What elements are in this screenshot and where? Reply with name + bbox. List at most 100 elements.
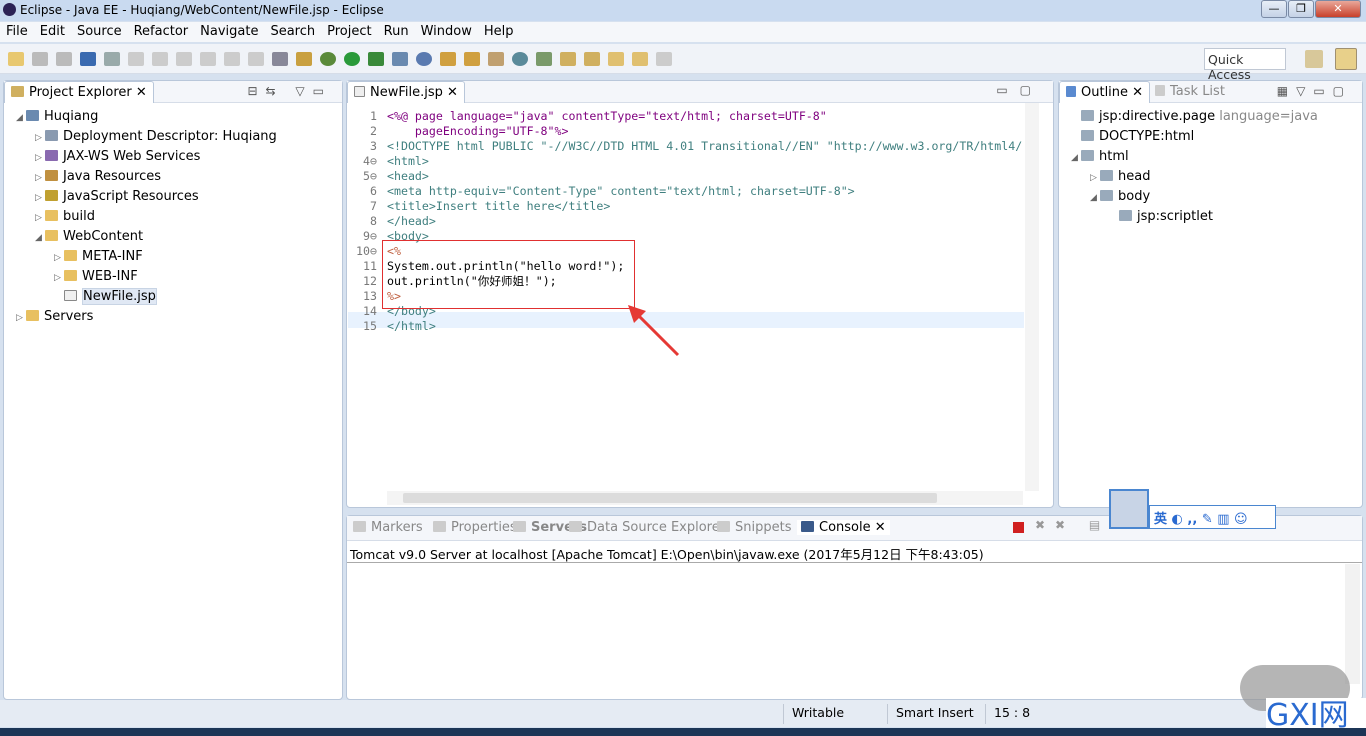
- external-tools-icon[interactable]: [368, 52, 384, 66]
- tab-data-source-explorer[interactable]: Data Source Explorer: [569, 520, 725, 535]
- menu-search[interactable]: Search: [264, 22, 321, 41]
- menu-edit[interactable]: Edit: [34, 22, 71, 41]
- tab-properties[interactable]: Properties: [433, 520, 517, 535]
- tab-snippets[interactable]: Snippets: [717, 520, 791, 535]
- skip-breakpoints-icon[interactable]: [104, 52, 120, 66]
- menu-window[interactable]: Window: [415, 22, 478, 41]
- back-icon[interactable]: [632, 52, 648, 66]
- open-perspective-icon[interactable]: [1305, 50, 1323, 68]
- tree-item[interactable]: ◢ html: [1059, 147, 1362, 167]
- code-line[interactable]: <html>: [387, 154, 1022, 169]
- expand-toggle[interactable]: ▷: [35, 128, 45, 148]
- open-type-icon[interactable]: [440, 52, 456, 66]
- terminate-icon[interactable]: [176, 52, 192, 66]
- code-line[interactable]: </html>: [387, 319, 1022, 334]
- qq-avatar[interactable]: [1109, 489, 1149, 529]
- expand-toggle[interactable]: ▷: [1090, 168, 1100, 188]
- code-line[interactable]: <%@ page language="java" contentType="te…: [387, 109, 1022, 124]
- drop-frame-icon[interactable]: [272, 52, 288, 66]
- code-line[interactable]: </head>: [387, 214, 1022, 229]
- tree-item[interactable]: ▷ Java Resources: [4, 167, 342, 187]
- expand-toggle[interactable]: ▷: [54, 268, 64, 288]
- code-line[interactable]: <title>Insert title here</title>: [387, 199, 1022, 214]
- vertical-scrollbar[interactable]: [1025, 103, 1039, 491]
- tree-item[interactable]: ◢ body: [1059, 187, 1362, 207]
- step-icon[interactable]: [200, 52, 216, 66]
- build-icon[interactable]: [296, 52, 312, 66]
- menu-file[interactable]: File: [0, 22, 34, 41]
- menu-navigate[interactable]: Navigate: [194, 22, 264, 41]
- ime-toolbar[interactable]: 英 ◐ ,, ✎ ▥ ☺: [1149, 505, 1276, 529]
- menu-source[interactable]: Source: [71, 22, 128, 41]
- code-line[interactable]: <meta http-equiv="Content-Type" content=…: [387, 184, 1022, 199]
- tree-item[interactable]: ▷ Servers: [4, 307, 342, 327]
- tree-item[interactable]: ▷ META-INF: [4, 247, 342, 267]
- outline-controls[interactable]: ▦▽▭▢: [1277, 84, 1352, 98]
- tree-item[interactable]: ▷ JAX-WS Web Services: [4, 147, 342, 167]
- scroll-thumb[interactable]: [403, 493, 937, 503]
- menu-refactor[interactable]: Refactor: [128, 22, 195, 41]
- step-return-icon[interactable]: [248, 52, 264, 66]
- tree-item[interactable]: jsp:scriptlet: [1059, 207, 1362, 227]
- close-button[interactable]: ✕: [1315, 0, 1361, 18]
- expand-toggle[interactable]: ◢: [1071, 148, 1081, 168]
- last-edit-icon[interactable]: [608, 52, 624, 66]
- ime-lang[interactable]: 英: [1154, 512, 1167, 527]
- terminate-icon[interactable]: [1013, 522, 1024, 533]
- open-task-icon[interactable]: [464, 52, 480, 66]
- tree-item[interactable]: ▷ Deployment Descriptor: Huqiang: [4, 127, 342, 147]
- tab-project-explorer[interactable]: Project Explorer ✕: [4, 81, 154, 103]
- next-annotation-icon[interactable]: [560, 52, 576, 66]
- tree-item[interactable]: ▷ head: [1059, 167, 1362, 187]
- code-line[interactable]: <head>: [387, 169, 1022, 184]
- console-scrollbar[interactable]: [1345, 564, 1360, 684]
- expand-toggle[interactable]: ◢: [1090, 188, 1100, 208]
- tab-markers[interactable]: Markers: [353, 520, 423, 535]
- menu-run[interactable]: Run: [378, 22, 415, 41]
- run-icon[interactable]: [344, 52, 360, 66]
- console-toolbar[interactable]: ✖✖ ▤: [1035, 518, 1110, 532]
- save-icon[interactable]: [32, 52, 48, 66]
- menu-project[interactable]: Project: [321, 22, 377, 41]
- expand-toggle[interactable]: ◢: [35, 228, 45, 248]
- menu-help[interactable]: Help: [478, 22, 520, 41]
- tree-item[interactable]: ◢ WebContent: [4, 227, 342, 247]
- tree-item[interactable]: NewFile.jsp: [4, 287, 342, 307]
- new-server-icon[interactable]: [392, 52, 408, 66]
- view-controls[interactable]: ⊟⇆ ▽▭: [248, 84, 333, 98]
- expand-toggle[interactable]: ◢: [16, 108, 26, 128]
- new-icon[interactable]: [8, 52, 24, 66]
- search-icon[interactable]: [488, 52, 504, 66]
- prev-annotation-icon[interactable]: [584, 52, 600, 66]
- expand-toggle[interactable]: ▷: [35, 148, 45, 168]
- code-line[interactable]: pageEncoding="UTF-8"%>: [387, 124, 1022, 139]
- tree-item[interactable]: DOCTYPE:html: [1059, 127, 1362, 147]
- tree-item[interactable]: ▷ build: [4, 207, 342, 227]
- minimize-button[interactable]: —: [1261, 0, 1287, 18]
- tab-console[interactable]: Console ✕: [797, 520, 890, 535]
- terminal-icon[interactable]: [80, 52, 96, 66]
- save-all-icon[interactable]: [56, 52, 72, 66]
- tree-item[interactable]: jsp:directive.page language=java: [1059, 107, 1362, 127]
- code-line[interactable]: <!DOCTYPE html PUBLIC "-//W3C//DTD HTML …: [387, 139, 1022, 154]
- suspend-icon[interactable]: [152, 52, 168, 66]
- new-class-icon[interactable]: [416, 52, 432, 66]
- tree-item[interactable]: ◢ Huqiang: [4, 107, 342, 127]
- editor-controls[interactable]: ▭▢: [996, 83, 1043, 97]
- expand-toggle[interactable]: ▷: [35, 208, 45, 228]
- expand-toggle[interactable]: ▷: [35, 168, 45, 188]
- toggle-annotation-icon[interactable]: [536, 52, 552, 66]
- maximize-button[interactable]: ❐: [1288, 0, 1314, 18]
- tab-newfile-jsp[interactable]: NewFile.jsp ✕: [347, 81, 465, 103]
- forward-icon[interactable]: [656, 52, 672, 66]
- step-over-icon[interactable]: [224, 52, 240, 66]
- expand-toggle[interactable]: ▷: [35, 188, 45, 208]
- tree-item[interactable]: ▷ JavaScript Resources: [4, 187, 342, 207]
- java-ee-perspective-icon[interactable]: [1335, 48, 1357, 70]
- expand-toggle[interactable]: ▷: [16, 308, 26, 328]
- tab-task-list[interactable]: Task List: [1155, 84, 1225, 99]
- expand-toggle[interactable]: ▷: [54, 248, 64, 268]
- quick-access-input[interactable]: Quick Access: [1204, 48, 1286, 82]
- horizontal-scrollbar[interactable]: [387, 491, 1023, 505]
- resume-icon[interactable]: [128, 52, 144, 66]
